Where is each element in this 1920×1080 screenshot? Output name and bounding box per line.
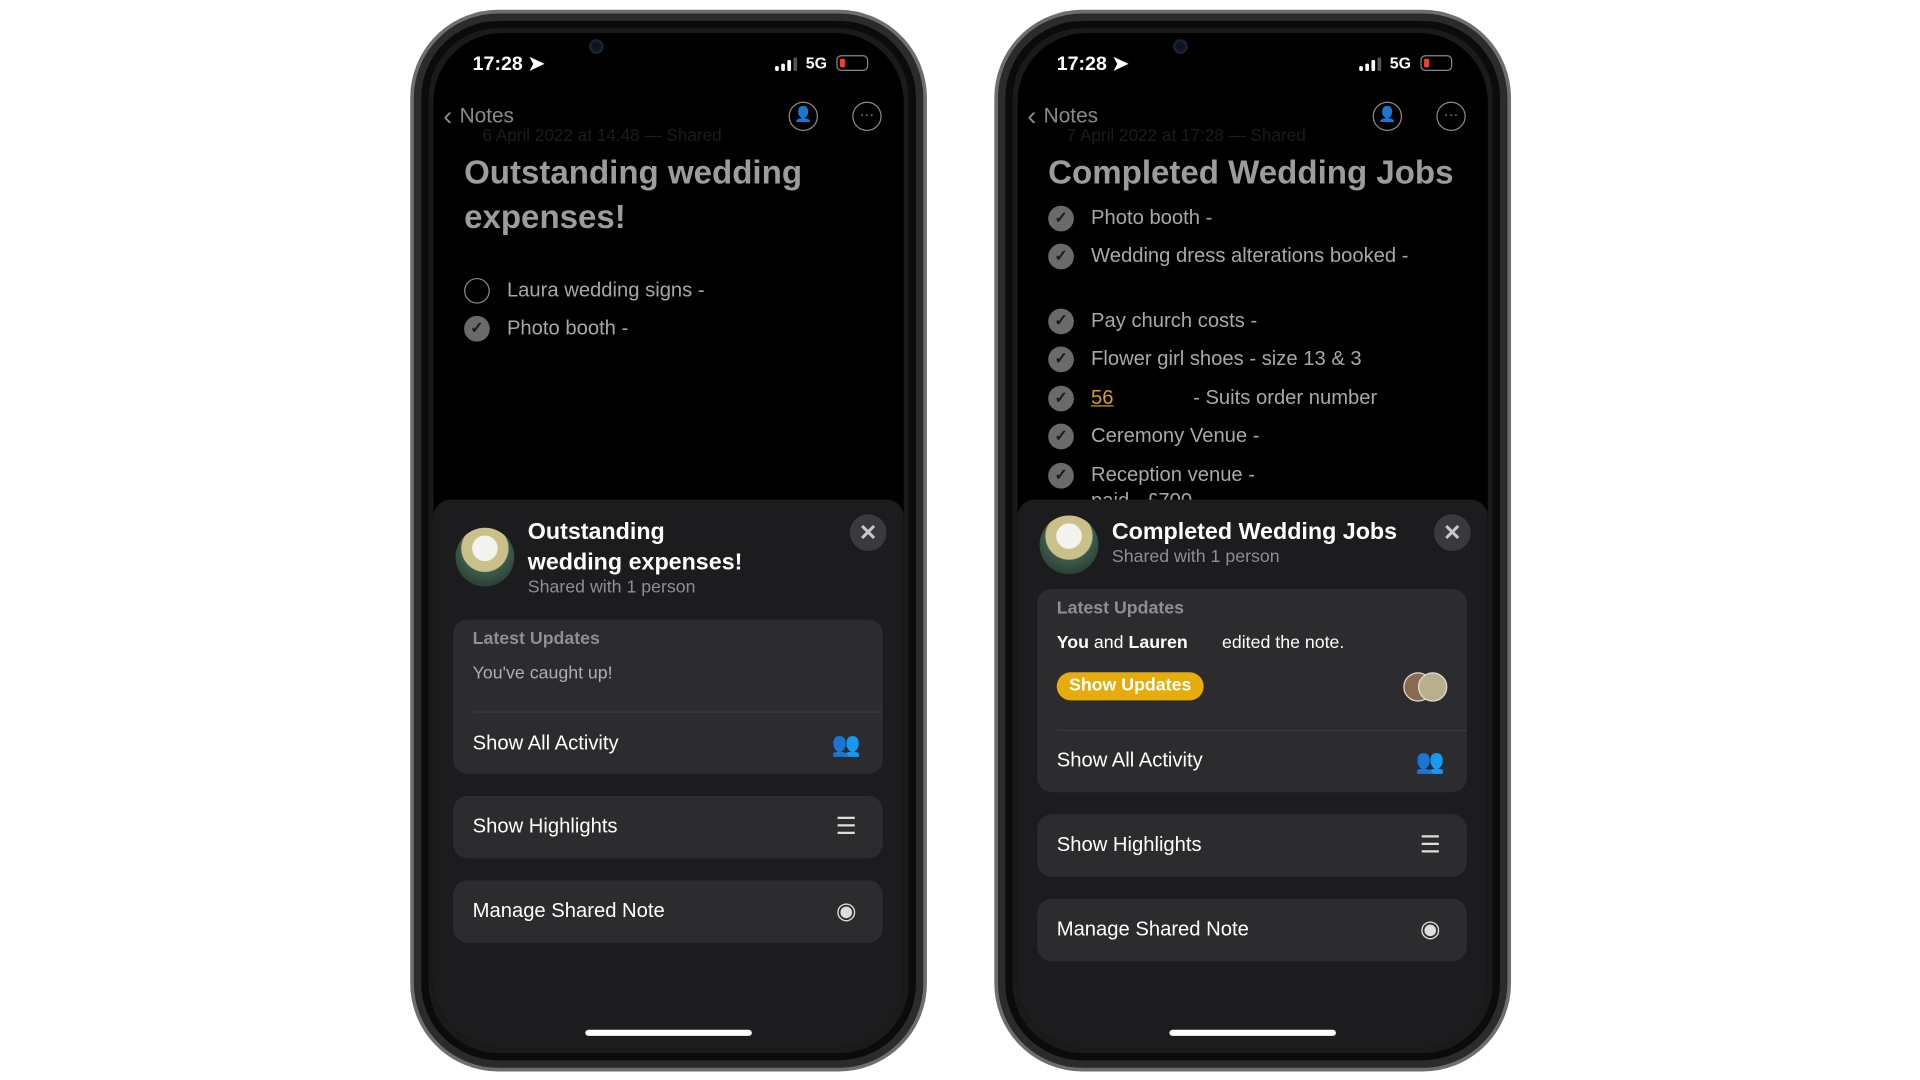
shared-note-sheet: Completed Wedding Jobs Shared with 1 per… [1017,499,1488,1049]
more-icon[interactable]: ··· [1436,101,1466,132]
note-title: Outstanding wedding expenses! [464,154,803,236]
location-icon: ➤ [528,53,545,75]
latest-updates-label: Latest Updates [1056,598,1185,619]
checkmark-icon[interactable]: ✓ [1048,243,1074,269]
manage-shared-note-button[interactable]: Manage Shared Note ◉ [1037,898,1467,962]
screen: 17:28 ➤ 5G ‹ Notes 7 April 2022 at 17:28 … [1017,33,1488,1049]
sheet-title: Completed Wedding Jobs [1111,519,1398,545]
home-indicator[interactable] [1169,1029,1336,1036]
checklist-item[interactable]: ✓ Pay church costs - [1048,306,1257,335]
signal-icon [1359,57,1382,72]
checklist-item[interactable]: ✓ Ceremony Venue - [1048,421,1259,450]
checkmark-icon[interactable]: ✓ [1048,307,1074,334]
home-indicator[interactable] [585,1029,752,1036]
more-icon[interactable]: ··· [852,101,882,132]
sheet-subtitle: Shared with 1 person [527,577,696,598]
checklist-item[interactable]: ✓ Wedding dress alterations booked - [1048,241,1409,270]
sheet-subtitle: Shared with 1 person [1111,547,1280,567]
checkmark-icon[interactable]: ✓ [1048,462,1074,488]
order-number-link[interactable]: 56 [1091,386,1113,409]
close-button[interactable]: ✕ [849,514,887,552]
collaborate-icon[interactable]: 👤 [788,101,818,132]
checklist-item[interactable]: ✓ Flower girl shoes - size 13 & 3 [1048,344,1362,373]
list-icon: ☰ [1419,832,1441,859]
people-icon: 👥 [1415,748,1445,775]
battery-icon [836,55,869,72]
network-label: 5G [1389,53,1412,73]
collaborate-icon[interactable]: 👤 [1372,101,1403,132]
show-highlights-button[interactable]: Show Highlights ☰ [453,795,883,859]
note-date: 6 April 2022 at 14:48 — Shared [482,124,722,145]
phone-left: 17:28 ➤ 5G ‹ Notes 6 April 2022 at 14:48 … [410,9,927,1072]
person-circle-icon: ◉ [835,898,857,925]
close-button[interactable]: ✕ [1433,514,1471,552]
checklist-item[interactable]: ✓ Photo booth - [1048,203,1212,232]
person-circle-icon: ◉ [1420,917,1441,943]
chevron-left-icon: ‹ [443,100,453,132]
note-date: 7 April 2022 at 17:28 — Shared [1066,124,1306,145]
checkmark-icon[interactable]: ✓ [1048,423,1074,449]
checkmark-icon[interactable]: ✓ [464,315,490,342]
manage-shared-note-button[interactable]: Manage Shared Note ◉ [453,880,883,943]
checkmark-icon[interactable]: ✓ [1048,345,1074,372]
show-all-activity-button[interactable]: Show All Activity 👥 [473,713,864,775]
checklist-item[interactable]: ✓ 56- Suits order number [1048,383,1377,412]
show-highlights-button[interactable]: Show Highlights ☰ [1037,814,1467,877]
chevron-left-icon: ‹ [1027,100,1037,132]
phone-right: 17:28 ➤ 5G ‹ Notes 7 April 2022 at 17:28 … [994,9,1512,1072]
note-title: Completed Wedding Jobs [1048,154,1454,192]
people-icon: 👥 [831,731,861,758]
checkmark-icon[interactable]: ✓ [1048,385,1074,411]
list-icon: ☰ [835,814,857,841]
checklist-item[interactable]: ✓ Photo booth - [464,313,628,342]
screen: 17:28 ➤ 5G ‹ Notes 6 April 2022 at 14:48 … [433,33,904,1049]
show-updates-button[interactable]: Show Updates [1056,672,1204,701]
time-text: 17:28 [1056,53,1107,75]
front-camera [588,39,604,54]
sheet-title: Outstanding wedding expenses! [527,519,743,576]
checkmark-icon[interactable]: ✓ [1048,205,1074,231]
front-camera [1173,39,1188,54]
latest-updates-card: Latest Updates You and Lauren edited the … [1037,588,1467,793]
participant-avatar [1417,672,1448,702]
location-icon: ➤ [1112,53,1129,75]
shared-note-sheet: Outstanding wedding expenses! Shared with… [433,499,904,1049]
owner-avatar [1039,515,1099,575]
time-text: 17:28 [472,53,523,75]
owner-avatar [455,527,515,587]
status-time: 17:28 ➤ [1057,51,1129,75]
update-text: You and Lauren edited the note. [1056,633,1345,653]
latest-updates-card: Latest Updates You've caught up! Show Al… [453,619,883,775]
latest-updates-label: Latest Updates [472,629,600,649]
checkbox-empty-icon[interactable] [464,277,490,304]
battery-icon [1420,55,1453,72]
network-label: 5G [805,53,827,73]
show-all-activity-button[interactable]: Show All Activity 👥 [1057,730,1448,792]
caught-up-text: You've caught up! [472,663,613,684]
signal-icon [775,57,798,72]
status-time: 17:28 ➤ [473,51,545,75]
checklist-item[interactable]: Laura wedding signs - [464,276,705,305]
